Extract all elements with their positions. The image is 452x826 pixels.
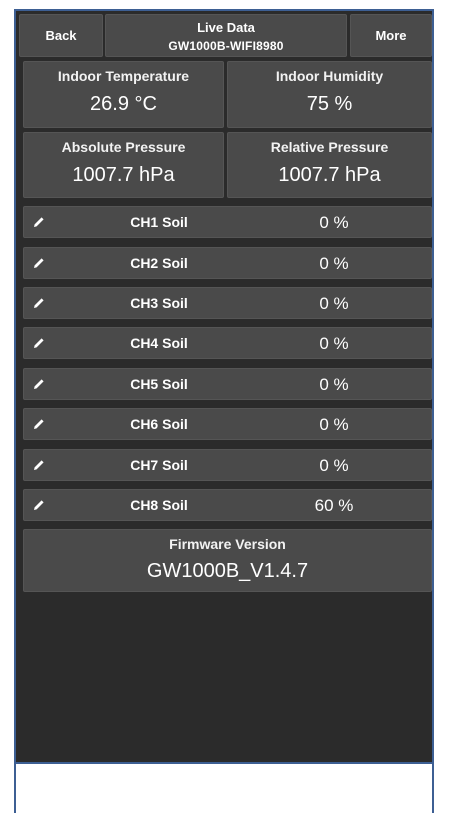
absolute-pressure-label: Absolute Pressure (61, 139, 186, 155)
soil-channel-name: CH7 Soil (130, 457, 188, 473)
soil-moisture-value: 0 % (319, 415, 349, 434)
back-button[interactable]: Back (19, 14, 103, 57)
soil-moisture-value: 0 % (319, 254, 349, 273)
indoor-humidity-value: 75 % (306, 93, 353, 115)
relative-pressure-card: Relative Pressure 1007.7 hPa (227, 132, 432, 198)
soil-row-ch6: CH6 Soil 0 % (23, 408, 432, 440)
soil-channel-name: CH4 Soil (130, 335, 188, 351)
soil-row-ch8: CH8 Soil 60 % (23, 489, 432, 521)
soil-moisture-value: 0 % (319, 375, 349, 394)
soil-channel-name: CH8 Soil (130, 497, 188, 513)
soil-row-ch1: CH1 Soil 0 % (23, 206, 432, 238)
firmware-value: GW1000B_V1.4.7 (146, 560, 309, 582)
soil-channel-name: CH2 Soil (130, 255, 188, 271)
bottom-blank-area (16, 762, 432, 813)
pencil-icon[interactable] (32, 215, 46, 229)
soil-moisture-value: 0 % (319, 456, 349, 475)
soil-moisture-value: 0 % (319, 294, 349, 313)
soil-row-ch5: CH5 Soil 0 % (23, 368, 432, 400)
soil-moisture-value: 0 % (319, 213, 349, 232)
indoor-humidity-label: Indoor Humidity (275, 68, 384, 84)
device-name: GW1000B-WIFI8980 (168, 39, 284, 53)
soil-row-ch3: CH3 Soil 0 % (23, 287, 432, 319)
soil-channel-name: CH5 Soil (130, 376, 188, 392)
soil-channel-name: CH1 Soil (130, 214, 188, 230)
phone-frame: Back Live Data GW1000B-WIFI8980 More Ind… (14, 9, 434, 813)
absolute-pressure-value: 1007.7 hPa (72, 164, 175, 186)
indoor-temperature-value: 26.9 °C (90, 93, 157, 115)
pencil-icon[interactable] (32, 498, 46, 512)
more-button[interactable]: More (350, 14, 432, 57)
soil-channel-name: CH6 Soil (130, 416, 188, 432)
pencil-icon[interactable] (32, 458, 46, 472)
pencil-icon[interactable] (32, 296, 46, 310)
indoor-humidity-card: Indoor Humidity 75 % (227, 61, 432, 128)
soil-moisture-value: 0 % (319, 334, 349, 353)
absolute-pressure-card: Absolute Pressure 1007.7 hPa (23, 132, 224, 198)
indoor-temperature-label: Indoor Temperature (57, 68, 190, 84)
soil-moisture-value: 60 % (314, 496, 354, 515)
relative-pressure-value: 1007.7 hPa (278, 164, 381, 186)
pencil-icon[interactable] (32, 256, 46, 270)
pencil-icon[interactable] (32, 417, 46, 431)
live-data-screen: Back Live Data GW1000B-WIFI8980 More Ind… (16, 11, 432, 762)
soil-row-ch7: CH7 Soil 0 % (23, 449, 432, 481)
pencil-icon[interactable] (32, 377, 46, 391)
header-title: Live Data GW1000B-WIFI8980 (105, 14, 347, 57)
relative-pressure-label: Relative Pressure (270, 139, 389, 155)
soil-channel-name: CH3 Soil (130, 295, 188, 311)
soil-row-ch4: CH4 Soil 0 % (23, 327, 432, 359)
page-title: Live Data (197, 20, 255, 35)
indoor-temperature-card: Indoor Temperature 26.9 °C (23, 61, 224, 128)
soil-row-ch2: CH2 Soil 0 % (23, 247, 432, 279)
pencil-icon[interactable] (32, 336, 46, 350)
firmware-label: Firmware Version (169, 536, 286, 552)
firmware-card: Firmware Version GW1000B_V1.4.7 (23, 529, 432, 592)
